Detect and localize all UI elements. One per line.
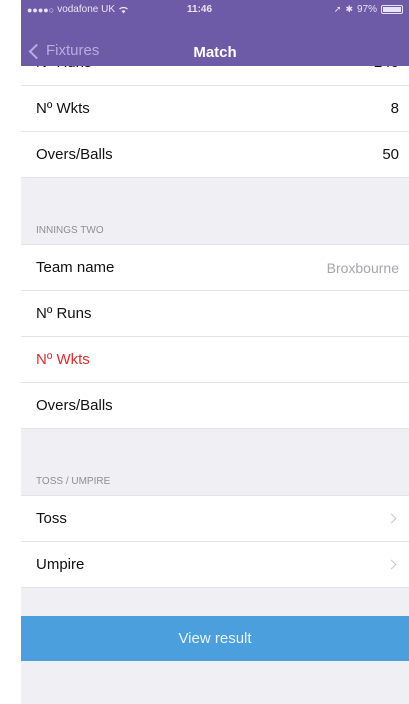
section-header-innings-two: INNINGS TWO (21, 216, 409, 245)
umpire-row[interactable]: Umpire (21, 542, 409, 588)
match-form: Nº Runs 240 Nº Wkts 8 Overs/Balls 50 INN… (21, 58, 409, 588)
innings-one-overs-row[interactable]: Overs/Balls 50 (21, 132, 409, 178)
status-right: ➚ ✱ 97% (334, 4, 403, 15)
page-title: Match (193, 44, 237, 61)
status-time: 11:46 (187, 4, 213, 15)
section-header-toss-umpire: TOSS / UMPIRE (21, 467, 409, 496)
bluetooth-icon: ✱ (345, 4, 353, 14)
row-label: Toss (36, 510, 67, 527)
location-icon: ➚ (333, 4, 342, 14)
navigation-bar: ●●●●○ vodafone UK 11:46 ➚ ✱ 97% Fixtures… (21, 0, 409, 66)
view-result-button[interactable]: View result (21, 616, 409, 661)
innings-two-overs-row[interactable]: Overs/Balls (21, 383, 409, 429)
battery-percent: 97% (356, 4, 377, 15)
row-label: Overs/Balls (36, 397, 113, 414)
row-value: 8 (390, 100, 399, 117)
team-name-value: Broxbourne (326, 259, 399, 276)
row-label: Nº Wkts (36, 351, 90, 368)
phone-screen: ●●●●○ vodafone UK 11:46 ➚ ✱ 97% Fixtures… (21, 0, 409, 704)
chevron-right-icon (386, 513, 397, 524)
innings-two-team-row[interactable]: Team name Broxbourne (21, 245, 409, 291)
toss-row[interactable]: Toss (21, 496, 409, 542)
row-label: Nº Wkts (36, 100, 90, 117)
battery-icon (381, 5, 403, 14)
chevron-right-icon (386, 559, 397, 570)
row-label: Umpire (36, 556, 85, 573)
status-left: ●●●●○ vodafone UK (27, 4, 129, 15)
innings-two-wkts-row[interactable]: Nº Wkts (21, 337, 409, 383)
innings-one-wkts-row[interactable]: Nº Wkts 8 (21, 86, 409, 132)
row-value: 50 (382, 146, 399, 163)
wifi-icon (119, 6, 128, 13)
status-bar: ●●●●○ vodafone UK 11:46 ➚ ✱ 97% (21, 0, 409, 20)
signal-strength-icon: ●●●●○ (27, 4, 55, 15)
row-label: Nº Runs (36, 305, 92, 322)
innings-two-runs-row[interactable]: Nº Runs (21, 291, 409, 337)
row-label: Team name (36, 259, 115, 276)
carrier-name: vodafone UK (57, 4, 116, 15)
row-label: Overs/Balls (36, 146, 113, 163)
